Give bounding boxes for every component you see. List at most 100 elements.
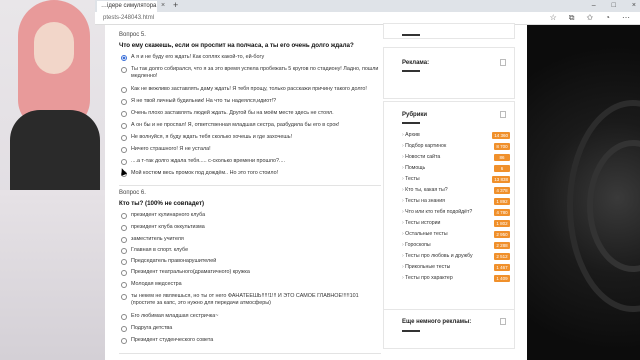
browser-tab[interactable]: …ідере симулятора – xyxy=(97,1,157,12)
rubric-item[interactable]: Новости сайта 86 xyxy=(402,153,510,161)
rubric-count: 4 378 xyxy=(494,186,510,194)
radio-button[interactable] xyxy=(121,225,127,231)
radio-button[interactable] xyxy=(121,99,127,105)
address-bar[interactable]: ptests-248043.html ☆ ⧉ ✩ ◔ ⋯ xyxy=(95,12,640,25)
answer-option[interactable]: ....а т-так долго ждала тебя..... с-скол… xyxy=(121,158,383,165)
rubric-item[interactable]: Архив 14 360 xyxy=(402,131,510,139)
sidebar: Реклама: Рубрики Архив 14 360 Подбор карт… xyxy=(383,23,515,360)
menu-icon[interactable]: ⋯ xyxy=(622,12,630,24)
rubric-name[interactable]: Новости сайта xyxy=(402,154,440,160)
rubric-name[interactable]: Помощь xyxy=(402,165,425,171)
answer-option[interactable]: Его любимая младшая сестричка~ xyxy=(121,313,383,320)
answer-option[interactable]: ты некем не являешься, но ты от него ФАН… xyxy=(121,293,383,307)
close-window-icon[interactable]: × xyxy=(632,0,636,11)
answer-label: заместитель учителя xyxy=(131,236,184,242)
rubric-item[interactable]: Помощь 6 xyxy=(402,164,510,172)
collections-icon[interactable]: ⧉ xyxy=(569,12,575,24)
radio-button[interactable] xyxy=(121,294,127,300)
answer-option[interactable]: Я не твой личный будильник! На что ты на… xyxy=(121,98,383,105)
answer-option[interactable]: А я и не буду его ждать! Как соплях како… xyxy=(121,54,383,61)
rubrics-title: Рубрики xyxy=(402,112,428,118)
rubric-name[interactable]: Архив xyxy=(402,132,420,138)
rubric-item[interactable]: Подбор картинок 8 700 xyxy=(402,142,510,150)
rubric-item[interactable]: Тесты про характер 1 409 xyxy=(402,274,510,282)
answer-option[interactable]: Ничего страшного! Я не устала! xyxy=(121,146,383,153)
rubric-name[interactable]: Что или кто тебя подойдёт? xyxy=(402,209,472,215)
minimize-icon[interactable]: – xyxy=(592,0,596,11)
answer-option[interactable]: президент клуба оккультизма xyxy=(121,224,383,231)
rubric-name[interactable]: Тесты про любовь и дружбу xyxy=(402,253,472,259)
radio-button[interactable] xyxy=(121,259,127,265)
rubric-item[interactable]: Остальные тесты 2 950 xyxy=(402,230,510,238)
rubric-name[interactable]: Подбор картинок xyxy=(402,143,446,149)
radio-button[interactable] xyxy=(121,67,127,73)
answer-option[interactable]: президент кулинарного клуба xyxy=(121,212,383,219)
radio-button[interactable] xyxy=(121,270,127,276)
widget-underline xyxy=(402,330,420,332)
rubric-count: 4 780 xyxy=(494,208,510,216)
rubric-name[interactable]: Тесты xyxy=(402,176,419,182)
rubric-item[interactable]: Прикольные тесты 1 467 xyxy=(402,263,510,271)
browser-toolbar: ☆ ⧉ ✩ ◔ ⋯ xyxy=(550,12,630,24)
rubric-item[interactable]: Тесты 13 838 xyxy=(402,175,510,183)
radio-button[interactable] xyxy=(121,55,127,61)
answer-option[interactable]: Президент студенческого совета xyxy=(121,337,383,344)
radio-button[interactable] xyxy=(121,338,127,344)
rubric-name[interactable]: Прикольные тесты xyxy=(402,264,450,270)
answer-label: Очень плохо заставлять людей ждать. Друг… xyxy=(131,110,334,116)
rubric-count: 1 409 xyxy=(494,274,510,282)
radio-button[interactable] xyxy=(121,248,127,254)
radio-button[interactable] xyxy=(121,282,127,288)
streamer-face xyxy=(34,22,74,74)
ads-title: Реклама: xyxy=(402,60,430,66)
url-text[interactable]: ptests-248043.html xyxy=(103,13,154,23)
answer-option[interactable]: Молодая медсестра xyxy=(121,281,383,288)
rubric-item[interactable]: Гороскопы 2 288 xyxy=(402,241,510,249)
favorites-icon[interactable]: ✩ xyxy=(586,12,593,24)
radio-button[interactable] xyxy=(121,87,127,93)
profile-icon[interactable]: ◔ xyxy=(605,12,610,24)
radio-button[interactable] xyxy=(121,123,127,129)
answer-option[interactable]: Не волнуйся, я буду ждать тебя сколько х… xyxy=(121,134,383,141)
answer-option[interactable]: А он бы и не проспал! Я, ответственная м… xyxy=(121,122,383,129)
widget-underline xyxy=(402,34,420,36)
more-ads-widget: Еще немного рекламы: xyxy=(383,309,515,349)
rubric-item[interactable]: Тесты про любовь и дружбу 2 512 xyxy=(402,252,510,260)
rubric-item[interactable]: Тесты истории 1 802 xyxy=(402,219,510,227)
rubric-name[interactable]: Кто ты, какая ты? xyxy=(402,187,447,193)
rubric-name[interactable]: Остальные тесты xyxy=(402,231,447,237)
rubric-item[interactable]: Что или кто тебя подойдёт? 4 780 xyxy=(402,208,510,216)
radio-button[interactable] xyxy=(121,314,127,320)
radio-button[interactable] xyxy=(121,213,127,219)
rubric-item[interactable]: Кто ты, какая ты? 4 378 xyxy=(402,186,510,194)
answer-label: Не волнуйся, я буду ждать тебя сколько х… xyxy=(131,134,292,140)
rubric-name[interactable]: Тесты на знания xyxy=(402,198,445,204)
maximize-icon[interactable]: □ xyxy=(612,0,616,11)
rubric-name[interactable]: Гороскопы xyxy=(402,242,430,248)
answer-option[interactable]: Главная в спорт. клубе xyxy=(121,247,383,254)
answer-option[interactable]: Президент театрального(драматичного) кру… xyxy=(121,269,383,276)
answer-option[interactable]: заместитель учителя xyxy=(121,236,383,243)
question-number: Вопрос 5. xyxy=(119,32,146,38)
radio-button[interactable] xyxy=(121,237,127,243)
radio-button[interactable] xyxy=(121,159,127,165)
answer-label: Президент театрального(драматичного) кру… xyxy=(131,269,250,275)
question-title: Что ему скажешь, если он проспит на полч… xyxy=(119,42,354,49)
rubric-count: 2 950 xyxy=(494,230,510,238)
answer-option[interactable]: Ты так долго собирался, что я за это вре… xyxy=(121,66,383,80)
answer-option[interactable]: Подруга детства xyxy=(121,325,383,332)
close-icon[interactable]: × xyxy=(161,1,165,11)
radio-button[interactable] xyxy=(121,147,127,153)
answer-option[interactable]: Председатель правонарушителей xyxy=(121,258,383,265)
radio-button[interactable] xyxy=(121,135,127,141)
radio-button[interactable] xyxy=(121,326,127,332)
plus-icon[interactable]: + xyxy=(173,0,178,11)
answer-option[interactable]: Как не вежливо заставлять даму ждать! Я … xyxy=(121,86,383,93)
answer-option[interactable]: Мой костюм весь промок под дождём.. Но э… xyxy=(121,170,383,177)
star-icon[interactable]: ☆ xyxy=(550,12,557,24)
rubric-name[interactable]: Тесты истории xyxy=(402,220,440,226)
rubric-item[interactable]: Тесты на знания 1 892 xyxy=(402,197,510,205)
rubric-name[interactable]: Тесты про характер xyxy=(402,275,453,281)
radio-button[interactable] xyxy=(121,111,127,117)
answer-option[interactable]: Очень плохо заставлять людей ждать. Друг… xyxy=(121,110,383,117)
